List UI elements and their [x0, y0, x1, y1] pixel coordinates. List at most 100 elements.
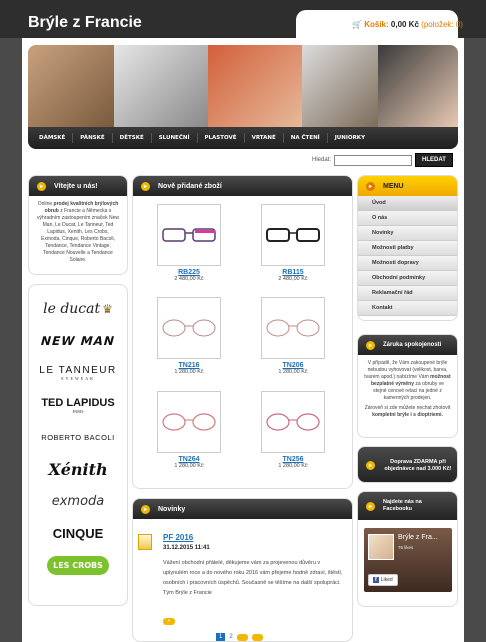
nav-item-vrtane[interactable]: VRTANÉ: [245, 133, 284, 143]
menu-header: ▸ MENU: [358, 176, 457, 196]
nav-item-damske[interactable]: DÁMSKÉ: [32, 133, 74, 143]
product-name[interactable]: TN264: [154, 456, 224, 463]
product-image[interactable]: [157, 204, 221, 266]
news-article-icon: [138, 534, 152, 550]
product-name[interactable]: TN216: [154, 362, 224, 369]
product-name[interactable]: RB225: [154, 269, 224, 276]
banner-photo: [114, 45, 208, 127]
product-image[interactable]: [157, 391, 221, 453]
welcome-title: Vítejte u nás!: [54, 182, 98, 190]
read-more-icon[interactable]: »: [163, 618, 175, 625]
search-bar: Hledat: HLEDAT: [312, 153, 453, 167]
nav-item-juniorky[interactable]: JUNIORKY: [328, 133, 372, 143]
search-button[interactable]: HLEDAT: [415, 153, 453, 167]
brand-xenith-logo[interactable]: Xénith: [29, 453, 127, 485]
menu-item-novinky[interactable]: Novinky: [358, 226, 457, 241]
category-nav: DÁMSKÉ PÁNSKÉ DĚTSKÉ SLUNEČNÍ PLASTOVÉ V…: [28, 127, 458, 149]
arrow-bullet-icon: ▸: [37, 181, 46, 191]
menu-item-kontakt[interactable]: Kontakt: [358, 301, 457, 316]
facebook-f-icon: f: [373, 577, 379, 583]
brand-ted-lapidus-logo[interactable]: TED LAPIDUS PARIS: [29, 389, 127, 421]
brand-cinque-logo[interactable]: CINQUE: [29, 517, 127, 549]
guarantee-text: V případě, že Vám zakoupené brýle nebudo…: [364, 360, 451, 401]
new-products-title: Nově přidané zboží: [158, 182, 222, 190]
search-input[interactable]: [334, 154, 413, 166]
welcome-box: ▸ Vítejte u nás! Online prodej kvalitníc…: [28, 175, 128, 275]
guarantee-box: ▸ Záruka spokojenosti V případě, že Vám …: [357, 334, 458, 438]
last-page-icon[interactable]: [251, 633, 263, 641]
banner-photo: [302, 45, 378, 127]
menu-item-obchodni-podminky[interactable]: Obchodní podmínky: [358, 271, 457, 286]
nav-item-panske[interactable]: PÁNSKÉ: [73, 133, 113, 143]
product-card[interactable]: TN264 1 280,00 Kč: [154, 391, 224, 469]
product-image[interactable]: [261, 297, 325, 359]
menu-item-reklamacni-rad[interactable]: Reklamační řád: [358, 286, 457, 301]
cart-count: (položek: 0): [421, 20, 463, 29]
banner-photo: [28, 45, 114, 127]
product-card[interactable]: TN206 1 280,00 Kč: [258, 297, 328, 375]
product-image[interactable]: [261, 204, 325, 266]
delivery-header: ▸ Doprava ZDARMA při objednávce nad 3.00…: [358, 447, 457, 482]
menu-box: ▸ MENU Úvod O nás Novinky Možnosti platb…: [357, 175, 458, 321]
glasses-icon: [162, 413, 216, 431]
arrow-bullet-icon: ▸: [366, 501, 375, 511]
welcome-text: Online prodej kvalitních brýlových obrub…: [37, 201, 119, 263]
cart-summary[interactable]: 🛒 Košík: 0,00 Kč (položek: 0): [352, 20, 463, 29]
nav-item-plastove[interactable]: PLASTOVÉ: [198, 133, 245, 143]
product-card[interactable]: TN216 1 280,00 Kč: [154, 297, 224, 375]
site-title[interactable]: Brýle z Francie: [28, 14, 142, 32]
brand-le-ducat-logo[interactable]: le ducat ♛: [29, 293, 127, 325]
guarantee-header: ▸ Záruka spokojenosti: [358, 335, 457, 355]
product-image[interactable]: [261, 391, 325, 453]
brand-le-tanneur-logo[interactable]: LE TANNEUR EYEWEAR: [29, 357, 127, 389]
menu-item-moznosti-dopravy[interactable]: Možnosti dopravy: [358, 256, 457, 271]
facebook-page-thumbnail: [368, 534, 394, 560]
facebook-widget[interactable]: Brýle z Fra... 76 likes f Liked: [364, 528, 452, 592]
banner-photo: [378, 45, 458, 127]
product-price: 2 480,00 Kč: [174, 276, 204, 282]
product-name[interactable]: TN206: [258, 362, 328, 369]
product-name[interactable]: TN256: [258, 456, 328, 463]
menu-item-moznosti-platby[interactable]: Možnosti platby: [358, 241, 457, 256]
menu-item-o-nas[interactable]: O nás: [358, 211, 457, 226]
nav-item-detske[interactable]: DĚTSKÉ: [113, 133, 152, 143]
glasses-icon: [162, 319, 216, 337]
brand-list: le ducat ♛ NEW MAN LE TANNEUR EYEWEAR TE…: [29, 285, 127, 581]
product-card[interactable]: RB115 2 480,00 Kč: [258, 204, 328, 282]
product-price: 1 280,00 Kč: [278, 369, 308, 375]
arrow-bullet-icon: ▸: [366, 181, 375, 191]
product-name[interactable]: RB115: [258, 269, 328, 276]
next-page-icon[interactable]: [236, 633, 248, 641]
arrow-bullet-icon: ▸: [141, 181, 150, 191]
pagination-page-2[interactable]: 2: [229, 634, 232, 640]
facebook-like-label: Liked: [380, 577, 393, 583]
facebook-title: Najdete nás na Facebooku: [383, 499, 422, 512]
news-header: ▸ Novinky: [133, 499, 352, 519]
menu-item-uvod[interactable]: Úvod: [358, 196, 457, 211]
facebook-page-name[interactable]: Brýle z Fra...: [398, 534, 438, 541]
glasses-icon: [266, 228, 320, 242]
banner-photo: [208, 45, 302, 127]
glasses-icon: [162, 228, 216, 242]
nav-item-slunecni[interactable]: SLUNEČNÍ: [152, 133, 198, 143]
banner: DÁMSKÉ PÁNSKÉ DĚTSKÉ SLUNEČNÍ PLASTOVÉ V…: [28, 45, 458, 149]
guarantee-text-2: Zároveň si zde můžete nechat zhotovit ko…: [364, 405, 451, 418]
news-item-title[interactable]: PF 2016: [163, 533, 193, 542]
facebook-like-button[interactable]: f Liked: [368, 574, 398, 586]
brand-new-man-logo[interactable]: NEW MAN: [29, 325, 127, 357]
product-card[interactable]: TN256 1 280,00 Kč: [258, 391, 328, 469]
brand-les-crobs-logo[interactable]: LES CROBS: [29, 549, 127, 581]
product-price: 2 480,00 Kč: [278, 276, 308, 282]
facebook-likes: 76 likes: [398, 545, 414, 550]
facebook-box: ▸ Najdete nás na Facebooku Brýle z Fra..…: [357, 491, 458, 607]
nav-item-na-cteni[interactable]: NA ČTENÍ: [284, 133, 328, 143]
menu-title: MENU: [383, 182, 404, 190]
brand-roberto-bacoli-logo[interactable]: ROBERTO BACOLI: [29, 421, 127, 453]
product-card[interactable]: RB225 2 480,00 Kč: [154, 204, 224, 282]
product-price: 1 280,00 Kč: [174, 369, 204, 375]
brands-box: le ducat ♛ NEW MAN LE TANNEUR EYEWEAR TE…: [28, 284, 128, 606]
arrow-bullet-icon: ▸: [366, 461, 375, 470]
pagination-page-1[interactable]: 1: [216, 633, 226, 641]
product-image[interactable]: [157, 297, 221, 359]
brand-exmoda-logo[interactable]: exmoda: [29, 485, 127, 517]
